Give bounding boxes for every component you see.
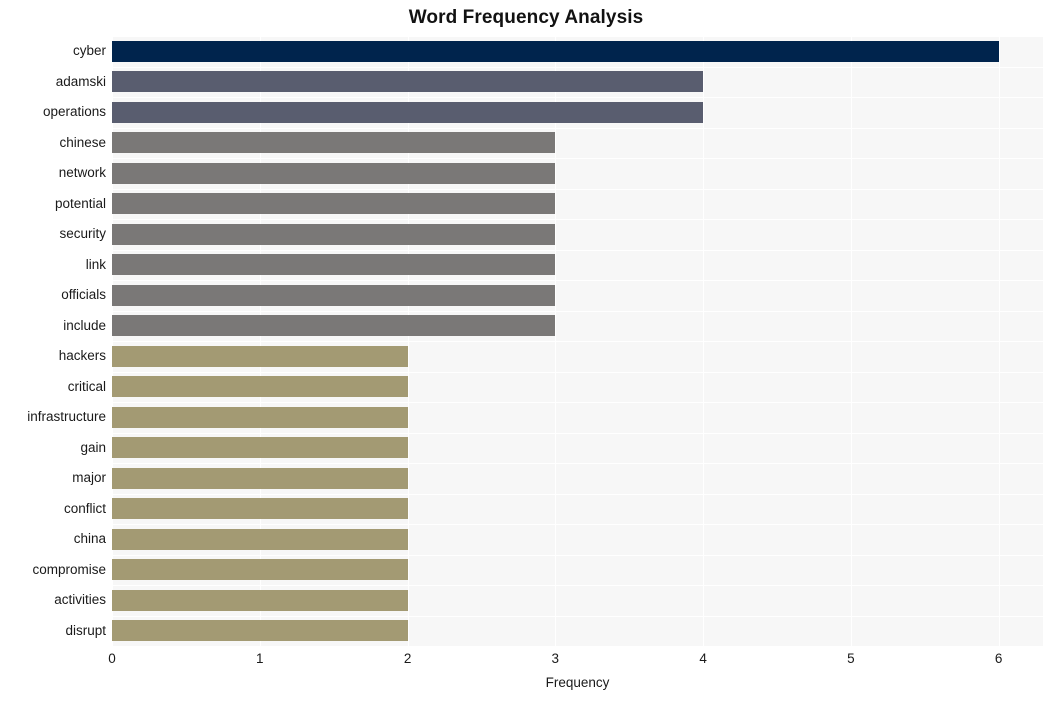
- bar-hackers[interactable]: [112, 345, 408, 367]
- bar-cyber[interactable]: [112, 40, 999, 62]
- bar-officials[interactable]: [112, 284, 556, 306]
- y-tick-label-link: link: [85, 256, 106, 272]
- y-tick-label-china: china: [73, 531, 106, 547]
- bar-adamski[interactable]: [112, 71, 704, 93]
- bar-gain[interactable]: [112, 437, 408, 459]
- bar-infrastructure[interactable]: [112, 406, 408, 428]
- y-tick-label-disrupt: disrupt: [65, 622, 106, 638]
- x-tick-label-5: 5: [847, 651, 855, 666]
- bar-chinese[interactable]: [112, 132, 556, 154]
- y-tick-label-include: include: [63, 317, 106, 333]
- x-tick-label-1: 1: [256, 651, 264, 666]
- y-axis-tick-labels: cyber adamski operations chinese network pote…: [0, 36, 106, 646]
- gridline-horizontal: [112, 615, 1043, 617]
- x-axis-tick-labels: 0 1 2 3 4 5 6: [0, 650, 1052, 672]
- bar-china[interactable]: [112, 528, 408, 550]
- y-tick-label-cyber: cyber: [72, 43, 106, 59]
- y-tick-label-operations: operations: [42, 104, 106, 120]
- x-tick-label-4: 4: [699, 651, 707, 666]
- x-tick-label-2: 2: [403, 651, 412, 666]
- y-tick-label-critical: critical: [67, 378, 106, 394]
- gridline-horizontal: [112, 127, 1043, 129]
- y-tick-label-potential: potential: [54, 195, 106, 211]
- bar-security[interactable]: [112, 223, 556, 245]
- x-tick-label-0: 0: [108, 651, 116, 666]
- gridline-horizontal: [112, 66, 1043, 68]
- bar-link[interactable]: [112, 254, 556, 276]
- y-tick-label-major: major: [72, 470, 106, 486]
- chart-title: Word Frequency Analysis: [408, 7, 644, 28]
- gridline-horizontal: [112, 280, 1043, 281]
- y-tick-label-chinese: chinese: [59, 134, 106, 150]
- y-tick-label-gain: gain: [80, 439, 106, 455]
- y-tick-label-activities: activities: [54, 592, 106, 608]
- y-tick-label-officials: officials: [61, 287, 106, 303]
- gridline-horizontal: [112, 310, 1043, 312]
- gridline-horizontal: [112, 585, 1043, 586]
- gridline-horizontal: [112, 402, 1043, 403]
- bar-network[interactable]: [112, 162, 556, 184]
- plot-area: [112, 36, 1043, 646]
- gridline-horizontal: [112, 219, 1043, 220]
- x-tick-label-3: 3: [551, 651, 560, 666]
- gridline-horizontal: [112, 158, 1043, 159]
- gridline-horizontal: [112, 524, 1043, 525]
- y-tick-label-conflict: conflict: [63, 500, 106, 516]
- gridline-horizontal: [112, 188, 1043, 190]
- y-tick-label-security: security: [59, 226, 106, 242]
- bar-major[interactable]: [112, 467, 408, 489]
- bar-compromise[interactable]: [112, 559, 408, 581]
- y-tick-label-network: network: [58, 165, 106, 181]
- x-axis-title: Frequency: [545, 675, 610, 690]
- y-tick-label-compromise: compromise: [32, 561, 106, 577]
- bar-conflict[interactable]: [112, 498, 408, 520]
- gridline-horizontal: [112, 554, 1043, 556]
- y-tick-label-adamski: adamski: [55, 73, 106, 89]
- gridline-horizontal: [112, 463, 1043, 464]
- bar-potential[interactable]: [112, 193, 556, 215]
- y-tick-label-infrastructure: infrastructure: [27, 409, 106, 425]
- gridline-horizontal: [112, 493, 1043, 495]
- x-tick-label-6: 6: [994, 651, 1003, 666]
- word-frequency-chart-figure: Word Frequency Analysis cyber adamski oper…: [0, 0, 1052, 701]
- gridline-horizontal: [112, 432, 1043, 434]
- gridline-horizontal: [112, 36, 1043, 37]
- bar-disrupt[interactable]: [112, 620, 408, 642]
- bar-include[interactable]: [112, 315, 556, 337]
- bar-activities[interactable]: [112, 589, 408, 611]
- bar-critical[interactable]: [112, 376, 408, 398]
- gridline-horizontal: [112, 371, 1043, 373]
- bar-operations[interactable]: [112, 101, 704, 123]
- gridline-horizontal: [112, 249, 1043, 251]
- gridline-horizontal: [112, 97, 1043, 98]
- y-tick-label-hackers: hackers: [58, 348, 106, 364]
- gridline-horizontal: [112, 341, 1043, 342]
